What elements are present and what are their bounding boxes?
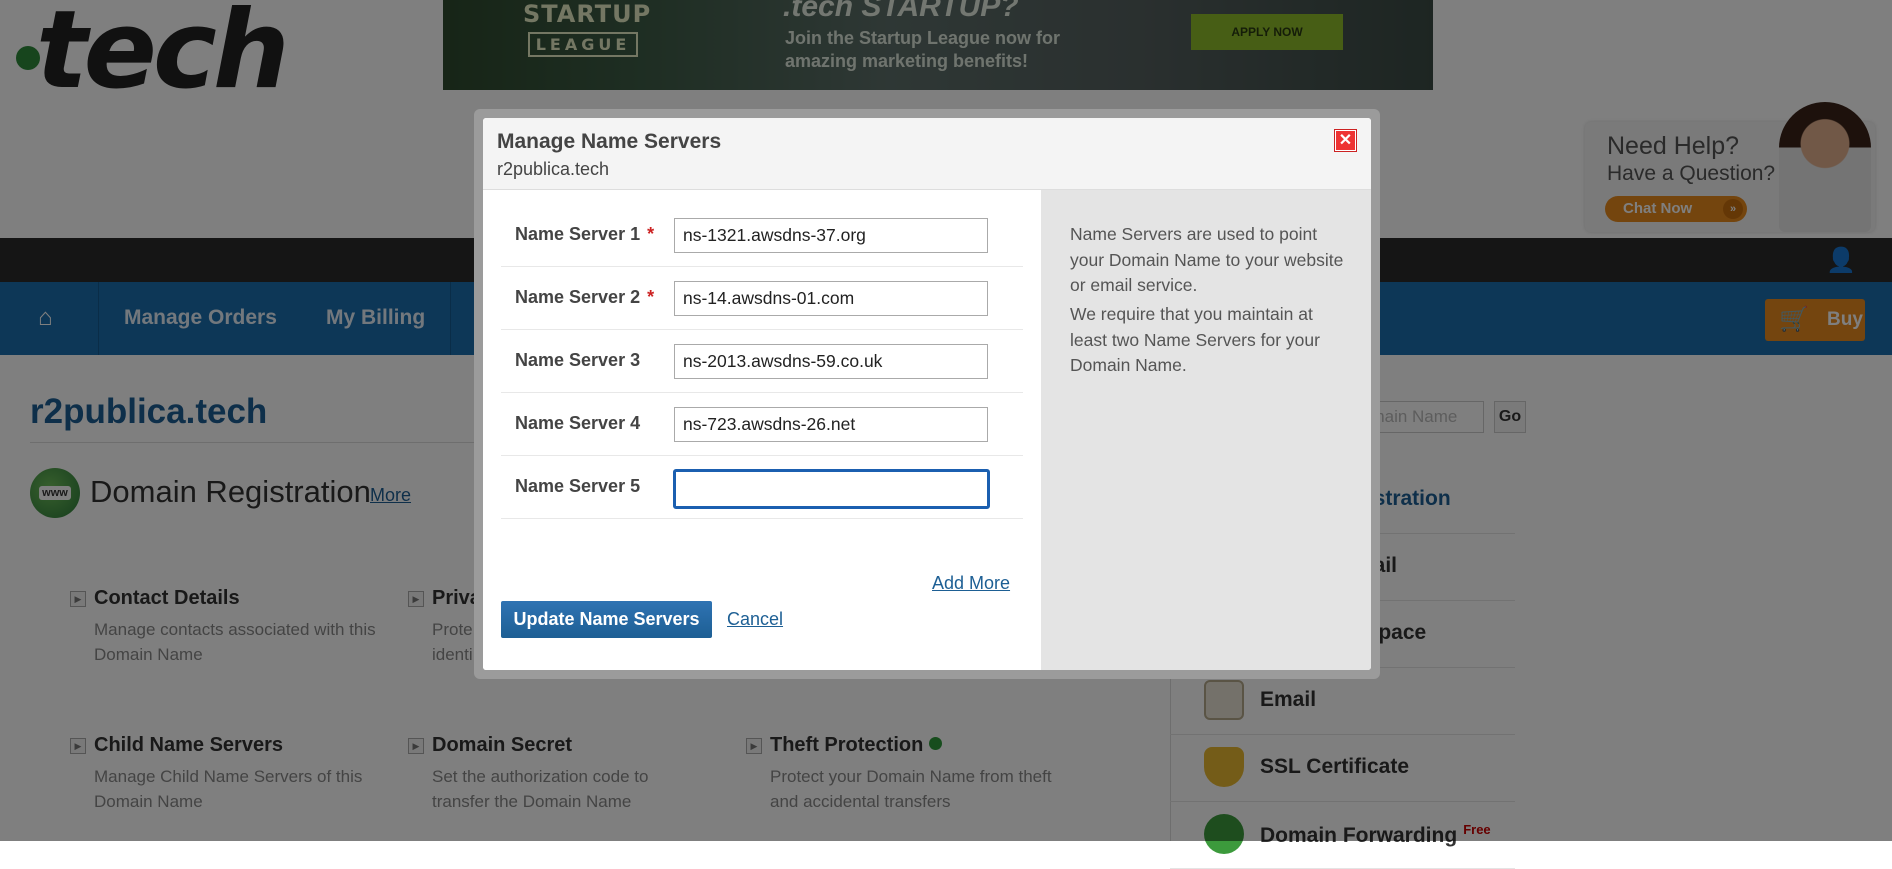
dialog-title: Manage Name Servers (497, 130, 722, 153)
name-server-label: Name Server 5 (515, 476, 640, 497)
name-server-2-input[interactable] (674, 281, 988, 316)
info-panel: Name Servers are used to point your Doma… (1041, 190, 1371, 670)
add-more-link[interactable]: Add More (932, 573, 1010, 594)
dialog-subtitle: r2publica.tech (497, 159, 610, 179)
name-server-3-input[interactable] (674, 344, 988, 379)
name-server-label-text: Name Server 4 (515, 413, 641, 433)
dialog-header: Manage Name Servers r2publica.tech ✕ (483, 118, 1371, 190)
manage-name-servers-dialog: Manage Name Servers r2publica.tech ✕ Nam… (483, 118, 1371, 670)
name-server-label: Name Server 3 (515, 350, 640, 371)
name-server-row: Name Server 2 * (501, 267, 1023, 330)
name-server-label-text: Name Server 5 (515, 476, 641, 496)
name-server-row: Name Server 1 * (501, 204, 1023, 267)
update-name-servers-button[interactable]: Update Name Servers (501, 601, 712, 638)
close-icon[interactable]: ✕ (1334, 129, 1357, 152)
name-server-label: Name Server 2 * (515, 287, 654, 308)
name-server-1-input[interactable] (674, 218, 988, 253)
name-server-row: Name Server 3 (501, 330, 1023, 393)
info-paragraph: Name Servers are used to point your Doma… (1070, 224, 1344, 295)
name-server-label: Name Server 4 (515, 413, 640, 434)
name-server-label-text: Name Server 3 (515, 350, 641, 370)
name-server-label: Name Server 1 * (515, 224, 654, 245)
name-server-4-input[interactable] (674, 407, 988, 442)
name-server-5-input[interactable] (673, 469, 990, 509)
name-server-label-text: Name Server 1 (515, 224, 641, 244)
info-paragraph: We require that you maintain at least tw… (1070, 304, 1320, 375)
required-asterisk: * (647, 224, 655, 244)
cancel-link[interactable]: Cancel (727, 609, 783, 630)
name-server-row: Name Server 4 (501, 393, 1023, 456)
name-server-form: Name Server 1 * Name Server 2 * Name Ser… (483, 190, 1041, 670)
name-server-row: Name Server 5 (501, 456, 1023, 519)
required-asterisk: * (647, 287, 655, 307)
name-server-label-text: Name Server 2 (515, 287, 641, 307)
